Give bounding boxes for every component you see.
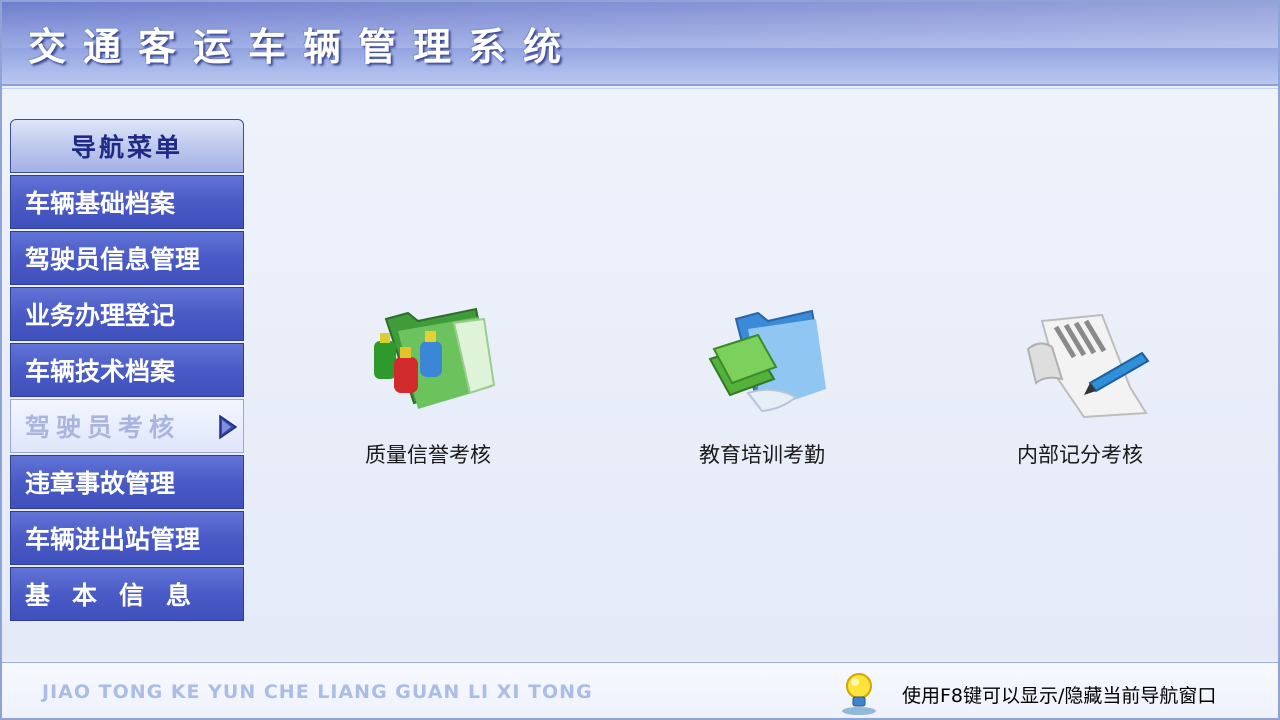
app-title: 交通客运车辆管理系统 [28, 24, 579, 69]
main-area: 导航菜单 车辆基础档案 驾驶员信息管理 业务办理登记 车辆技术档案 驾驶员考核 [2, 88, 1278, 660]
folder-bottles-icon [374, 307, 496, 409]
tile-label: 内部记分考核 [1017, 443, 1143, 467]
nav-item-vehicle-station[interactable]: 车辆进出站管理 [10, 511, 244, 565]
nav-item-label: 车辆技术档案 [25, 357, 176, 386]
app-window: 交通客运车辆管理系统 导航菜单 车辆基础档案 驾驶员信息管理 业务办理登记 车辆… [0, 0, 1280, 720]
paper-pen-icon [1026, 313, 1150, 419]
tile-label: 教育培训考勤 [699, 443, 825, 467]
keyboard-hint: 使用F8键可以显示/隐藏当前导航窗口 [902, 685, 1217, 707]
nav-item-label: 业务办理登记 [25, 301, 176, 330]
nav-item-label: 驾驶员信息管理 [25, 245, 201, 274]
nav-item-violation-accident[interactable]: 违章事故管理 [10, 455, 244, 509]
nav-item-basic-info[interactable]: 基本信息 [10, 567, 244, 621]
lightbulb-icon [842, 673, 876, 715]
nav-item-business-registration[interactable]: 业务办理登记 [10, 287, 244, 341]
app-header: 交通客运车辆管理系统 [2, 2, 1278, 86]
nav-item-label: 驾驶员考核 [25, 413, 181, 442]
nav-item-driver-info[interactable]: 驾驶员信息管理 [10, 231, 244, 285]
tile-label: 质量信誉考核 [365, 443, 491, 467]
nav-item-vehicle-tech-records[interactable]: 车辆技术档案 [10, 343, 244, 397]
folder-books-icon [708, 309, 826, 413]
tile-internal-scoring[interactable]: 内部记分考核 [980, 301, 1180, 469]
nav-item-label: 违章事故管理 [25, 469, 176, 498]
nav-item-label: 基本信息 [25, 581, 214, 610]
tile-education-training[interactable]: 教育培训考勤 [662, 301, 862, 469]
navigation-menu-title: 导航菜单 [70, 133, 183, 162]
tile-quality-credit[interactable]: 质量信誉考核 [328, 301, 528, 469]
navigation-menu: 导航菜单 车辆基础档案 驾驶员信息管理 业务办理登记 车辆技术档案 驾驶员考核 [10, 119, 244, 623]
app-pinyin-title: JIAO TONG KE YUN CHE LIANG GUAN LI XI TO… [42, 681, 593, 703]
nav-item-driver-assessment[interactable]: 驾驶员考核 [10, 399, 244, 453]
nav-item-label: 车辆基础档案 [25, 189, 176, 218]
navigation-menu-header: 导航菜单 [10, 119, 244, 173]
arrow-right-icon [219, 414, 238, 440]
nav-item-vehicle-records[interactable]: 车辆基础档案 [10, 175, 244, 229]
nav-item-label: 车辆进出站管理 [25, 525, 201, 554]
status-bar: JIAO TONG KE YUN CHE LIANG GUAN LI XI TO… [2, 662, 1278, 718]
